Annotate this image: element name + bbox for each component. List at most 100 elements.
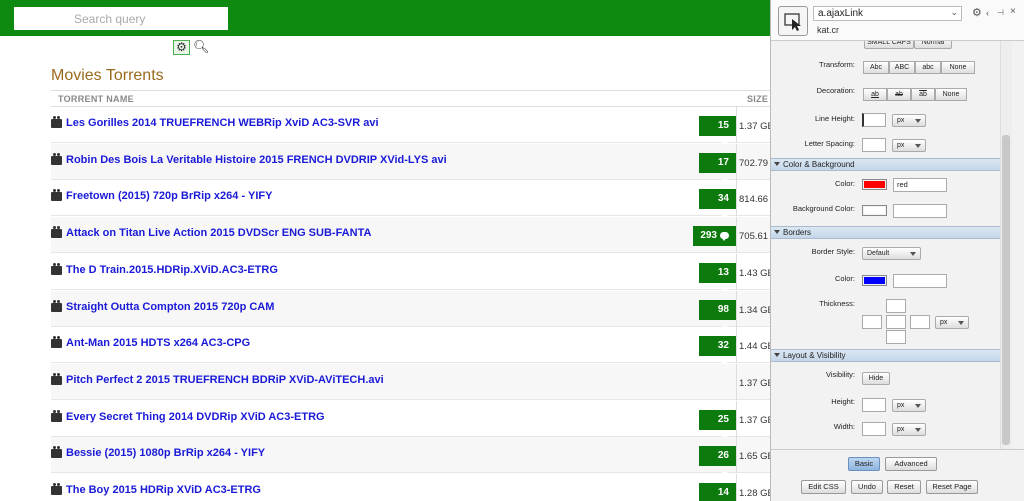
- collapse-left-icon[interactable]: ‹: [986, 8, 989, 18]
- selector-value: a.ajaxLink: [818, 8, 864, 19]
- torrent-link[interactable]: Every Secret Thing 2014 DVDRip XViD AC3-…: [66, 411, 325, 423]
- decoration-label: Decoration:: [816, 86, 855, 95]
- comments-badge[interactable]: 17: [699, 152, 736, 188]
- width-unit-select[interactable]: px: [892, 423, 926, 436]
- height-unit-select[interactable]: px: [892, 399, 926, 412]
- color-label: Color:: [834, 179, 855, 188]
- close-icon[interactable]: ×: [1010, 6, 1016, 17]
- thickness-right-input[interactable]: [910, 315, 930, 329]
- column-divider: [736, 180, 737, 217]
- text-color-input[interactable]: red: [893, 178, 947, 192]
- size-cell: 1.37 GB: [739, 414, 774, 426]
- table-row: Attack on Titan Live Action 2015 DVDScr …: [51, 217, 785, 254]
- background-color-swatch[interactable]: [862, 205, 887, 216]
- torrent-link[interactable]: Bessie (2015) 1080p BrRip x264 - YIFY: [66, 447, 265, 459]
- panel-body: SMALL CAPS Normal Transform: Abc ABC abc…: [771, 41, 1012, 449]
- comment-bubble-icon: [720, 232, 729, 242]
- reset-page-button[interactable]: Reset Page: [926, 480, 978, 494]
- table-row: Pitch Perfect 2 2015 TRUEFRENCH BDRiP XV…: [51, 363, 774, 400]
- search-input[interactable]: [14, 7, 228, 30]
- comments-badge[interactable]: 32: [699, 336, 736, 372]
- comments-badge[interactable]: 34: [699, 189, 736, 225]
- film-icon: [51, 262, 62, 275]
- gear-icon[interactable]: ⚙: [972, 6, 982, 19]
- thickness-all-input[interactable]: [886, 315, 906, 329]
- size-cell: 1.65 GB: [739, 451, 774, 463]
- transform-lowercase-button[interactable]: abc: [915, 61, 941, 74]
- section-color-background[interactable]: Color & Background: [771, 158, 1000, 171]
- film-icon: [51, 446, 62, 459]
- decoration-none-button[interactable]: None: [935, 88, 967, 101]
- chevron-down-icon: ⌄: [950, 7, 958, 17]
- column-header-name[interactable]: TORRENT NAME: [58, 94, 134, 104]
- comments-badge[interactable]: 13: [699, 262, 736, 298]
- comments-badge[interactable]: 293: [693, 226, 736, 247]
- film-icon: [51, 372, 62, 385]
- film-icon: [51, 152, 62, 165]
- expand-triangle-icon: [774, 162, 780, 166]
- letter-spacing-input[interactable]: [862, 138, 886, 152]
- hide-button[interactable]: Hide: [862, 372, 890, 385]
- comments-badge[interactable]: 14: [699, 483, 736, 501]
- transform-capitalize-button[interactable]: Abc: [863, 61, 889, 74]
- transform-none-button[interactable]: None: [941, 61, 975, 74]
- size-cell: 1.44 GB: [739, 341, 774, 353]
- thickness-left-input[interactable]: [862, 315, 882, 329]
- comments-badge[interactable]: 25: [699, 409, 736, 445]
- edit-css-button[interactable]: Edit CSS: [801, 480, 846, 494]
- decoration-strike-button[interactable]: ab: [887, 88, 911, 101]
- table-row: Ant-Man 2015 HDTS x264 AC3-CPG 32 1.44 GB: [51, 327, 774, 372]
- element-picker-button[interactable]: [778, 6, 808, 36]
- style-editor-panel: a.ajaxLink ⌄ kat.cr ⚙ ‹ ⊣ × SMALL CAPS No…: [770, 0, 1024, 501]
- background-color-input[interactable]: [893, 204, 947, 218]
- film-icon: [51, 189, 62, 202]
- section-borders[interactable]: Borders: [771, 226, 1000, 239]
- empty-swatch-fill: [864, 207, 885, 214]
- border-color-swatch[interactable]: [862, 275, 887, 286]
- basic-mode-button[interactable]: Basic: [848, 457, 880, 471]
- border-style-select[interactable]: Default: [862, 247, 921, 260]
- comments-badge[interactable]: 15: [699, 116, 736, 151]
- thickness-bottom-input[interactable]: [886, 330, 906, 344]
- torrent-link[interactable]: Robin Des Bois La Veritable Histoire 201…: [66, 154, 447, 166]
- comments-badge[interactable]: 98: [699, 299, 736, 335]
- column-header-size[interactable]: SIZE: [747, 94, 768, 104]
- torrent-link[interactable]: Straight Outta Compton 2015 720p CAM: [66, 301, 274, 313]
- search-icon[interactable]: 🔍︎: [193, 39, 210, 55]
- settings-gear-icon[interactable]: ⚙: [173, 40, 190, 55]
- comments-badge[interactable]: 26: [699, 446, 736, 482]
- text-color-swatch[interactable]: [862, 179, 887, 190]
- small-caps-button[interactable]: SMALL CAPS: [864, 41, 914, 49]
- undo-button[interactable]: Undo: [851, 480, 883, 494]
- torrent-link[interactable]: Freetown (2015) 720p BrRip x264 - YIFY: [66, 190, 272, 202]
- thickness-unit-select[interactable]: px: [935, 316, 969, 329]
- torrent-link[interactable]: Les Gorilles 2014 TRUEFRENCH WEBRip XviD…: [66, 117, 379, 129]
- width-input[interactable]: [862, 422, 886, 436]
- torrent-link[interactable]: The D Train.2015.HDRip.XViD.AC3-ETRG: [66, 264, 278, 276]
- pin-icon[interactable]: ⊣: [997, 8, 1004, 17]
- size-cell: 1.34 GB: [739, 304, 774, 316]
- border-color-input[interactable]: [893, 274, 947, 288]
- decoration-underline-button[interactable]: ab: [863, 88, 887, 101]
- torrent-link[interactable]: The Boy 2015 HDRip XViD AC3-ETRG: [66, 484, 261, 496]
- normal-variant-button[interactable]: Normal: [914, 41, 952, 49]
- thickness-top-input[interactable]: [886, 299, 906, 313]
- line-height-unit-select[interactable]: px: [892, 114, 926, 127]
- panel-scrollbar-thumb[interactable]: [1002, 135, 1010, 445]
- torrent-link[interactable]: Pitch Perfect 2 2015 TRUEFRENCH BDRiP XV…: [66, 374, 384, 386]
- letter-spacing-unit-select[interactable]: px: [892, 139, 926, 152]
- height-input[interactable]: [862, 398, 886, 412]
- thickness-label: Thickness:: [819, 299, 855, 308]
- reset-button[interactable]: Reset: [887, 480, 921, 494]
- selector-dropdown[interactable]: a.ajaxLink ⌄: [813, 6, 962, 21]
- advanced-mode-button[interactable]: Advanced: [885, 457, 937, 471]
- table-row: The Boy 2015 HDRip XViD AC3-ETRG 14 1.28 G…: [51, 474, 774, 501]
- transform-uppercase-button[interactable]: ABC: [889, 61, 915, 74]
- line-height-input[interactable]: [862, 113, 886, 127]
- torrent-link[interactable]: Ant-Man 2015 HDTS x264 AC3-CPG: [66, 337, 250, 349]
- section-layout-visibility[interactable]: Layout & Visibility: [771, 349, 1000, 362]
- table-row: Every Secret Thing 2014 DVDRip XViD AC3-…: [51, 400, 774, 445]
- border-color-label: Color:: [834, 274, 855, 283]
- decoration-overline-button[interactable]: ab: [911, 88, 935, 101]
- torrent-link[interactable]: Attack on Titan Live Action 2015 DVDScr …: [66, 227, 371, 239]
